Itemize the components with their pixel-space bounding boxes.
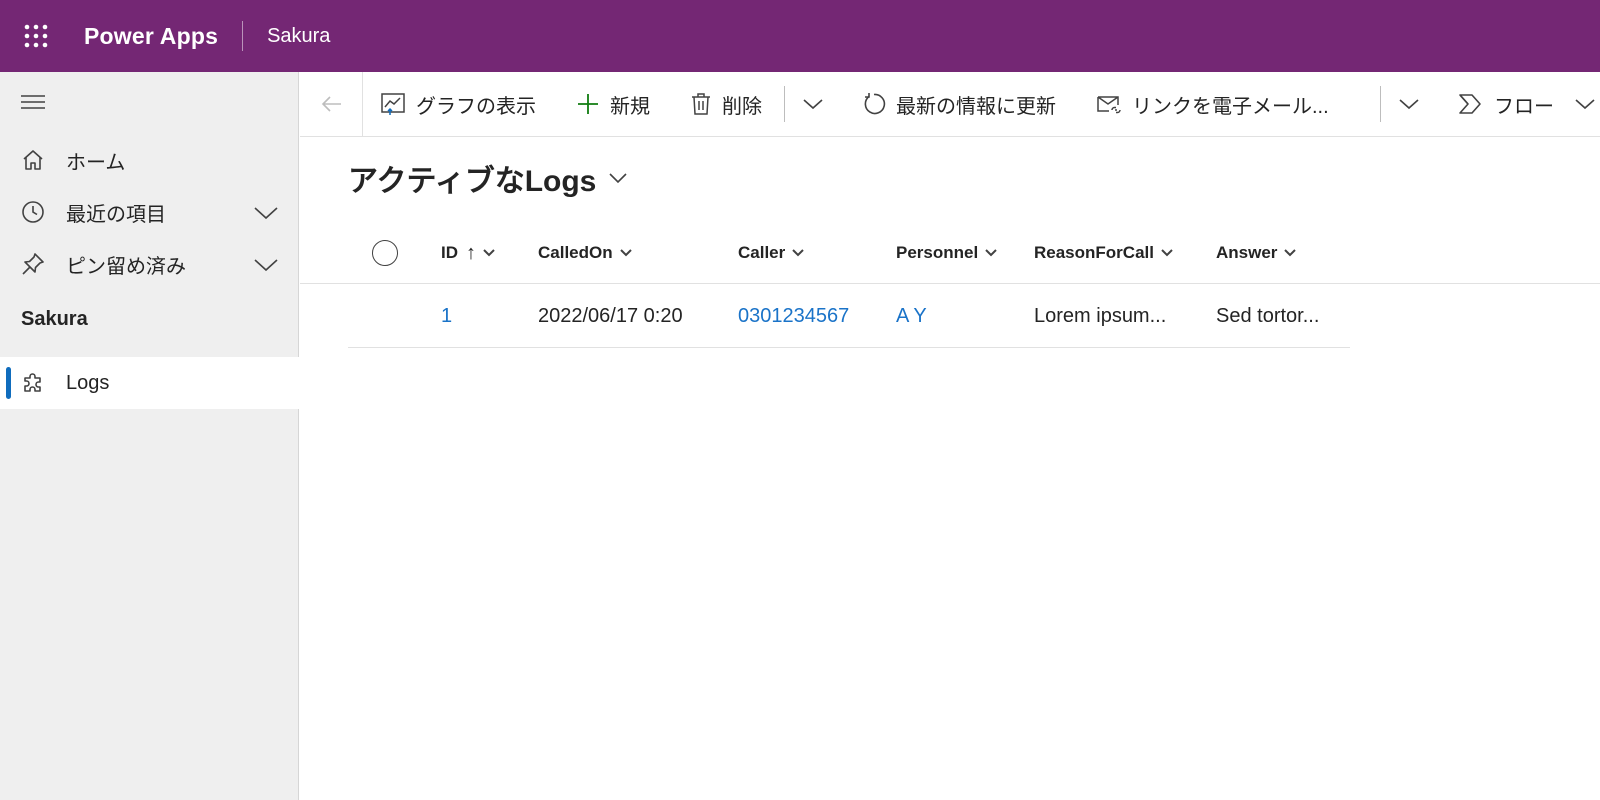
delete-button[interactable]: 削除 [690, 72, 762, 136]
cell-caller-link[interactable]: 0301234567 [738, 285, 849, 347]
sidebar-item-label: ホーム [66, 151, 126, 174]
chevron-down-icon [792, 249, 804, 257]
header-divider [242, 21, 244, 51]
show-chart-button[interactable]: グラフの表示 [380, 72, 536, 136]
table-row[interactable]: 1 2022/06/17 0:20 0301234567 A Y Lorem i… [348, 285, 1350, 348]
sort-ascending-icon: ↑ [466, 241, 476, 264]
view-title: アクティブなLogs [348, 165, 597, 198]
new-button[interactable]: 新規 [576, 72, 650, 136]
chevron-down-icon [609, 173, 627, 184]
cell-id-link[interactable]: 1 [441, 285, 452, 347]
view-selector[interactable]: アクティブなLogs [348, 156, 628, 200]
clock-icon [20, 199, 46, 225]
plus-icon [578, 94, 598, 114]
divider [784, 86, 785, 122]
sidebar: ホーム 最近の項目 ピン留め済み Sakura Logs [0, 72, 299, 800]
column-header-calledon[interactable]: CalledOn [538, 222, 633, 284]
chevron-down-icon [1399, 99, 1419, 110]
app-header: Power Apps Sakura [0, 0, 1600, 72]
back-button[interactable] [320, 72, 344, 136]
sidebar-item-pinned[interactable]: ピン留め済み [0, 238, 299, 290]
command-bar: グラフの表示 新規 削除 最新の情報に更新 リンクを電子メール... フロー [300, 72, 1600, 137]
chevron-down-icon [1284, 249, 1297, 257]
chevron-down-icon[interactable] [253, 252, 279, 276]
email-more-dropdown[interactable] [1398, 72, 1420, 136]
column-header-caller[interactable]: Caller [738, 222, 805, 284]
app-title[interactable]: Power Apps [84, 23, 218, 50]
refresh-icon [864, 93, 886, 115]
cell-calledon: 2022/06/17 0:20 [538, 304, 683, 327]
refresh-button[interactable]: 最新の情報に更新 [862, 72, 1056, 136]
divider [362, 72, 363, 136]
sidebar-section-title: Sakura [21, 308, 88, 330]
pin-icon [20, 251, 46, 277]
delete-more-dropdown[interactable] [802, 72, 824, 136]
grid-header: ID ↑ CalledOn Caller Personnel ReasonFor… [300, 222, 1600, 284]
chevron-down-icon[interactable] [253, 200, 279, 224]
sidebar-item-recent[interactable]: 最近の項目 [0, 186, 299, 238]
flow-icon [1459, 94, 1481, 114]
email-link-button[interactable]: リンクを電子メール... [1096, 72, 1329, 136]
trash-icon [692, 93, 710, 115]
home-icon [20, 147, 46, 173]
sidebar-item-label: Logs [66, 371, 110, 394]
app-launcher-waffle-icon[interactable] [0, 0, 72, 72]
column-header-id[interactable]: ID ↑ [441, 222, 496, 284]
arrow-left-icon [321, 96, 341, 112]
column-header-personnel[interactable]: Personnel [896, 222, 998, 284]
chevron-down-icon [483, 249, 495, 257]
chevron-down-icon [985, 249, 997, 257]
select-all-checkbox[interactable] [372, 240, 398, 266]
cell-answer: Sed tortor... [1216, 304, 1320, 327]
chevron-down-icon [619, 249, 632, 257]
sidebar-item-home[interactable]: ホーム [0, 134, 299, 186]
email-link-icon [1097, 96, 1121, 114]
hamburger-menu-icon[interactable] [20, 94, 46, 110]
sidebar-item-label: 最近の項目 [66, 203, 166, 226]
sidebar-item-logs[interactable]: Logs [0, 357, 299, 409]
column-header-answer[interactable]: Answer [1216, 222, 1297, 284]
chart-icon [381, 93, 405, 115]
chevron-down-icon [1161, 249, 1173, 257]
chevron-down-icon [803, 99, 823, 110]
divider [1380, 86, 1381, 122]
column-header-reasonforcall[interactable]: ReasonForCall [1034, 222, 1174, 284]
flow-button[interactable]: フロー [1458, 72, 1596, 136]
chevron-down-icon [1575, 99, 1595, 110]
sidebar-item-label: ピン留め済み [66, 255, 186, 278]
cell-reasonforcall: Lorem ipsum... [1034, 304, 1167, 327]
puzzle-icon [20, 370, 46, 396]
selection-indicator [6, 367, 11, 399]
environment-name[interactable]: Sakura [267, 25, 330, 48]
cell-personnel-link[interactable]: A Y [896, 285, 927, 347]
